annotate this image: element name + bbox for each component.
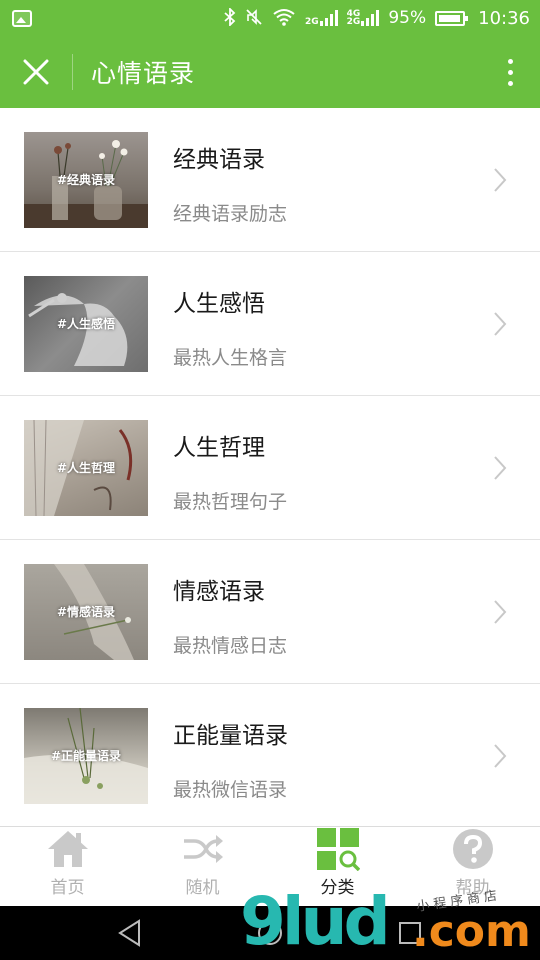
more-vertical-icon-dot bbox=[507, 80, 513, 86]
item-text: 情感语录 最热情感日志 bbox=[173, 564, 480, 660]
close-button[interactable] bbox=[0, 36, 72, 108]
thumbnail-tag: #情感语录 bbox=[56, 605, 116, 619]
mute-icon bbox=[245, 8, 263, 29]
more-options-button[interactable] bbox=[480, 36, 540, 108]
status-right: 2G 4G 2G 95% 10:36 bbox=[224, 6, 530, 29]
recents-square-icon bbox=[399, 922, 421, 944]
battery-icon bbox=[435, 10, 469, 26]
item-subtitle: 最热哲理句子 bbox=[173, 490, 288, 513]
back-button[interactable] bbox=[100, 906, 160, 960]
tab-random[interactable]: 随机 bbox=[135, 827, 270, 906]
signal-sim1: 2G bbox=[305, 10, 338, 27]
item-text: 人生感悟 最热人生格言 bbox=[173, 276, 480, 372]
category-search-icon bbox=[316, 827, 360, 871]
item-text: 正能量语录 最热微信语录 bbox=[173, 708, 480, 804]
network-type-2g-a: 2G bbox=[305, 17, 319, 27]
close-icon bbox=[23, 59, 49, 85]
item-text: 经典语录 经典语录励志 bbox=[173, 132, 480, 228]
item-title: 情感语录 bbox=[173, 578, 265, 605]
home-circle-icon bbox=[258, 921, 282, 945]
category-list: #经典语录 经典语录 经典语录励志 #人生感悟 人生感悟 最热人生格言 #人生哲… bbox=[0, 108, 540, 828]
chevron-right-icon bbox=[480, 736, 520, 776]
signal-bars-2 bbox=[361, 10, 380, 26]
thumbnail-life-insights: #人生感悟 bbox=[24, 275, 148, 372]
network-type-stack: 4G 2G bbox=[346, 10, 361, 27]
battery-fill bbox=[439, 14, 461, 22]
tab-label: 帮助 bbox=[455, 878, 490, 898]
more-vertical-icon-dot bbox=[507, 69, 513, 75]
battery-percent: 95% bbox=[388, 8, 427, 28]
list-item[interactable]: #经典语录 经典语录 经典语录励志 bbox=[0, 108, 540, 252]
tab-label: 首页 bbox=[50, 878, 85, 898]
app-bar-divider bbox=[72, 54, 73, 90]
item-subtitle: 最热人生格言 bbox=[173, 346, 288, 369]
home-nav-button[interactable] bbox=[240, 906, 300, 960]
tab-label: 随机 bbox=[185, 878, 220, 898]
item-subtitle: 经典语录励志 bbox=[173, 202, 288, 225]
more-vertical-icon-dot bbox=[507, 58, 513, 64]
wifi-icon bbox=[272, 8, 296, 29]
chevron-right-icon bbox=[480, 592, 520, 632]
recents-button[interactable] bbox=[380, 906, 440, 960]
bluetooth-icon bbox=[224, 6, 236, 29]
page-title: 心情语录 bbox=[91, 59, 196, 88]
thumbnail-tag: #经典语录 bbox=[56, 173, 116, 187]
thumbnail-classic-quotes: #经典语录 bbox=[24, 131, 148, 228]
tab-help[interactable]: 帮助 bbox=[405, 827, 540, 906]
list-item[interactable]: #正能量语录 正能量语录 最热微信语录 bbox=[0, 684, 540, 828]
item-subtitle: 最热情感日志 bbox=[173, 634, 288, 657]
network-type-2g-b: 2G bbox=[346, 17, 361, 27]
list-item[interactable]: #人生哲理 人生哲理 最热哲理句子 bbox=[0, 396, 540, 540]
status-left bbox=[12, 9, 32, 27]
chevron-right-icon bbox=[480, 448, 520, 488]
chevron-right-icon bbox=[480, 304, 520, 344]
item-subtitle: 最热微信语录 bbox=[173, 778, 288, 801]
thumbnail-tag: #人生感悟 bbox=[56, 317, 116, 331]
thumbnail-emotional-quotes: #情感语录 bbox=[24, 563, 148, 660]
item-title: 人生感悟 bbox=[173, 290, 265, 317]
thumbnail-tag: #人生哲理 bbox=[56, 461, 116, 475]
clock: 10:36 bbox=[478, 7, 530, 29]
list-item[interactable]: #人生感悟 人生感悟 最热人生格言 bbox=[0, 252, 540, 396]
gallery-notification-icon bbox=[12, 9, 32, 27]
tab-home[interactable]: 首页 bbox=[0, 827, 135, 906]
status-bar: 2G 4G 2G 95% 10:36 bbox=[0, 0, 540, 36]
item-text: 人生哲理 最热哲理句子 bbox=[173, 420, 480, 516]
thumbnail-tag: #正能量语录 bbox=[50, 749, 122, 763]
signal-sim2: 4G 2G bbox=[346, 10, 380, 27]
home-icon bbox=[46, 827, 90, 871]
item-title: 经典语录 bbox=[173, 146, 265, 173]
item-title: 人生哲理 bbox=[173, 434, 265, 461]
system-nav-bar bbox=[0, 906, 540, 960]
tab-category[interactable]: 分类 bbox=[270, 827, 405, 906]
item-title: 正能量语录 bbox=[173, 722, 288, 749]
list-item[interactable]: #情感语录 情感语录 最热情感日志 bbox=[0, 540, 540, 684]
tab-label: 分类 bbox=[320, 878, 355, 898]
help-icon bbox=[452, 827, 494, 871]
back-triangle-icon bbox=[118, 919, 140, 947]
shuffle-icon bbox=[182, 827, 224, 871]
bottom-tab-bar: 首页 随机 分类 帮助 bbox=[0, 826, 540, 906]
signal-bars-1 bbox=[319, 10, 338, 26]
thumbnail-positive-energy: #正能量语录 bbox=[24, 707, 148, 804]
chevron-right-icon bbox=[480, 160, 520, 200]
app-bar: 心情语录 bbox=[0, 36, 540, 108]
thumbnail-life-philosophy: #人生哲理 bbox=[24, 419, 148, 516]
